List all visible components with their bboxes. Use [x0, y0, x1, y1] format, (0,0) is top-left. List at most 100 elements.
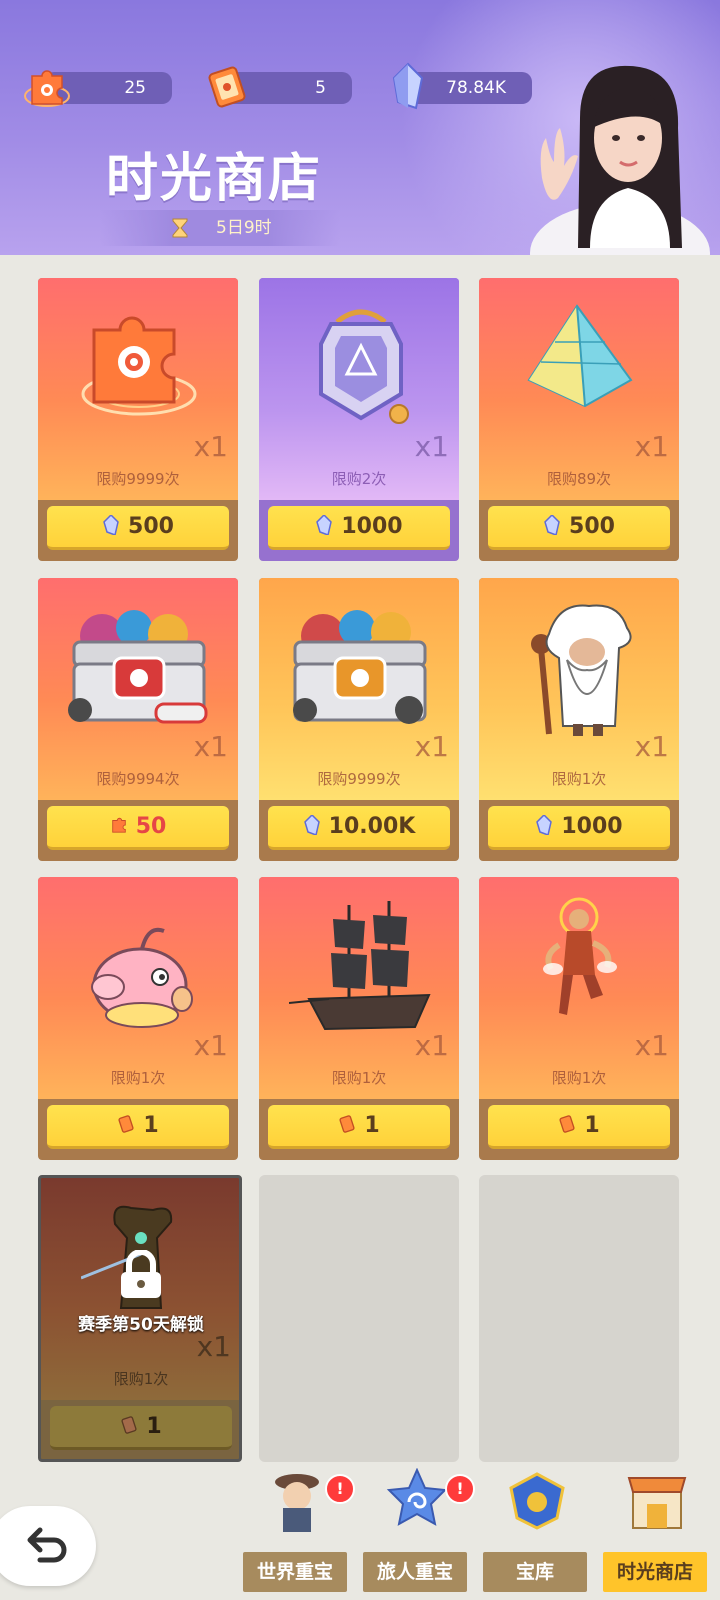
tab-time-shop[interactable]: 时光商店 [603, 1477, 707, 1592]
ticket-icon [121, 1416, 137, 1434]
tab-traveler-treasure[interactable]: ! 旅人重宝 [363, 1468, 475, 1592]
ticket-icon [339, 1115, 355, 1133]
item-quantity: x1 [634, 730, 669, 763]
monkey-king-icon [543, 897, 617, 1015]
shop-item-card[interactable]: x1 限购2次 1000 [259, 278, 459, 561]
buy-button[interactable]: 500 [47, 506, 229, 550]
tab-vault[interactable]: 宝库 [483, 1472, 587, 1592]
purchase-limit: 限购9994次 [96, 770, 180, 788]
resource-crystal-value: 78.84K [446, 78, 506, 98]
buy-button[interactable]: 10.00K [268, 806, 450, 850]
purchase-limit: 限购1次 [110, 1069, 166, 1087]
item-image-area: x1 限购1次 [479, 877, 679, 1099]
price-value: 1 [143, 1113, 159, 1138]
resource-ticket-value: 5 [315, 78, 326, 98]
tab-world-treasure[interactable]: ! 世界重宝 [243, 1474, 355, 1592]
hourglass-icon [172, 218, 188, 238]
vault-emblem-icon [509, 1472, 565, 1530]
tab-badge: ! [445, 1474, 475, 1504]
shop-item-card[interactable]: x1 限购1次 1000 [479, 578, 679, 861]
back-arrow-icon [27, 1527, 67, 1563]
item-image-area: x1 限购1次 [259, 877, 459, 1099]
price-value: 1000 [341, 514, 403, 539]
tab-label: 世界重宝 [243, 1552, 347, 1592]
shop-item-card[interactable]: x1 限购1次 1 [479, 877, 679, 1160]
shop-item-card[interactable]: x1 限购9999次 500 [38, 278, 238, 561]
purchase-limit: 限购2次 [331, 470, 387, 488]
item-image-area: x1 限购89次 [479, 278, 679, 500]
buy-button[interactable]: 1 [47, 1105, 229, 1149]
price-value: 1 [146, 1414, 162, 1439]
purchase-limit: 限购9999次 [96, 470, 180, 488]
item-image-area: x1 限购1次 [479, 578, 679, 800]
ticket-icon [559, 1115, 575, 1133]
purchase-limit: 限购9999次 [317, 770, 401, 788]
item-image-area: x1 限购1次 [38, 877, 238, 1099]
page-title: 时光商店 [106, 149, 323, 209]
price-value: 50 [135, 814, 167, 839]
pyramid-crystal-icon [527, 304, 633, 408]
price-value: 10.00K [328, 814, 416, 839]
shop-stall-icon [627, 1477, 687, 1529]
buy-button: 1 [50, 1406, 232, 1450]
back-button[interactable] [0, 1506, 96, 1586]
shop-item-card[interactable]: x1 限购9994次 50 [38, 578, 238, 861]
shop-item-card-locked[interactable]: 赛季第50天解锁 x1 限购1次 1 [38, 1175, 242, 1462]
ticket-token-icon [208, 66, 246, 108]
buy-button[interactable]: 1 [268, 1105, 450, 1149]
item-image-area: x1 限购9994次 [38, 578, 238, 800]
puzzle-token-icon [24, 70, 70, 107]
purchase-limit: 限购1次 [551, 1069, 607, 1087]
buy-button[interactable]: 1000 [488, 806, 670, 850]
item-quantity: x1 [414, 1029, 449, 1062]
tab-label: 旅人重宝 [363, 1552, 467, 1592]
item-quantity: x1 [193, 430, 228, 463]
price-value: 1 [584, 1113, 600, 1138]
price-value: 500 [128, 514, 174, 539]
tab-label: 宝库 [483, 1552, 587, 1592]
purchase-limit: 限购1次 [113, 1370, 169, 1388]
price-value: 1 [364, 1113, 380, 1138]
ticket-icon [118, 1115, 134, 1133]
crystal-icon [536, 815, 553, 835]
item-quantity: x1 [193, 1029, 228, 1062]
treasure-chest-red-icon [68, 610, 208, 724]
pirate-ship-icon [289, 901, 431, 1031]
crystal-icon [316, 515, 333, 535]
price-value: 1000 [561, 814, 623, 839]
timer-text: 5日9时 [216, 218, 272, 238]
item-quantity: x1 [414, 730, 449, 763]
treasure-chest-gold-icon [293, 610, 427, 724]
old-sage-icon [531, 604, 632, 736]
tab-badge: ! [325, 1474, 355, 1504]
crystal-icon [544, 515, 560, 535]
lock-icon [121, 1250, 161, 1298]
tab-label: 时光商店 [603, 1552, 707, 1592]
buy-button[interactable]: 1 [488, 1105, 670, 1149]
item-quantity: x1 [196, 1330, 231, 1363]
empty-slot [259, 1175, 459, 1462]
item-quantity: x1 [414, 430, 449, 463]
buy-button[interactable]: 500 [488, 506, 670, 550]
crystal-icon [103, 515, 119, 535]
amulet-icon [319, 309, 409, 424]
item-quantity: x1 [634, 1029, 669, 1062]
shop-item-card[interactable]: x1 限购1次 1 [259, 877, 459, 1160]
pink-creature-icon [91, 927, 193, 1028]
timer-bar: 5日9时 [100, 210, 340, 246]
item-quantity: x1 [193, 730, 228, 763]
crystal-icon [303, 815, 320, 835]
avatar [530, 65, 710, 255]
adventurer-icon [275, 1474, 319, 1532]
item-image-area: 赛季第50天解锁 x1 限购1次 [41, 1178, 239, 1400]
resource-puzzle-value: 25 [124, 78, 146, 98]
star-swirl-icon [386, 1468, 448, 1526]
item-image-area: x1 限购9999次 [259, 578, 459, 800]
shop-item-card[interactable]: x1 限购89次 500 [479, 278, 679, 561]
item-image-area: x1 限购9999次 [38, 278, 238, 500]
shop-item-card[interactable]: x1 限购1次 1 [38, 877, 238, 1160]
shop-item-card[interactable]: x1 限购9999次 10.00K [259, 578, 459, 861]
buy-button[interactable]: 50 [47, 806, 229, 850]
buy-button[interactable]: 1000 [268, 506, 450, 550]
price-value: 500 [569, 514, 615, 539]
